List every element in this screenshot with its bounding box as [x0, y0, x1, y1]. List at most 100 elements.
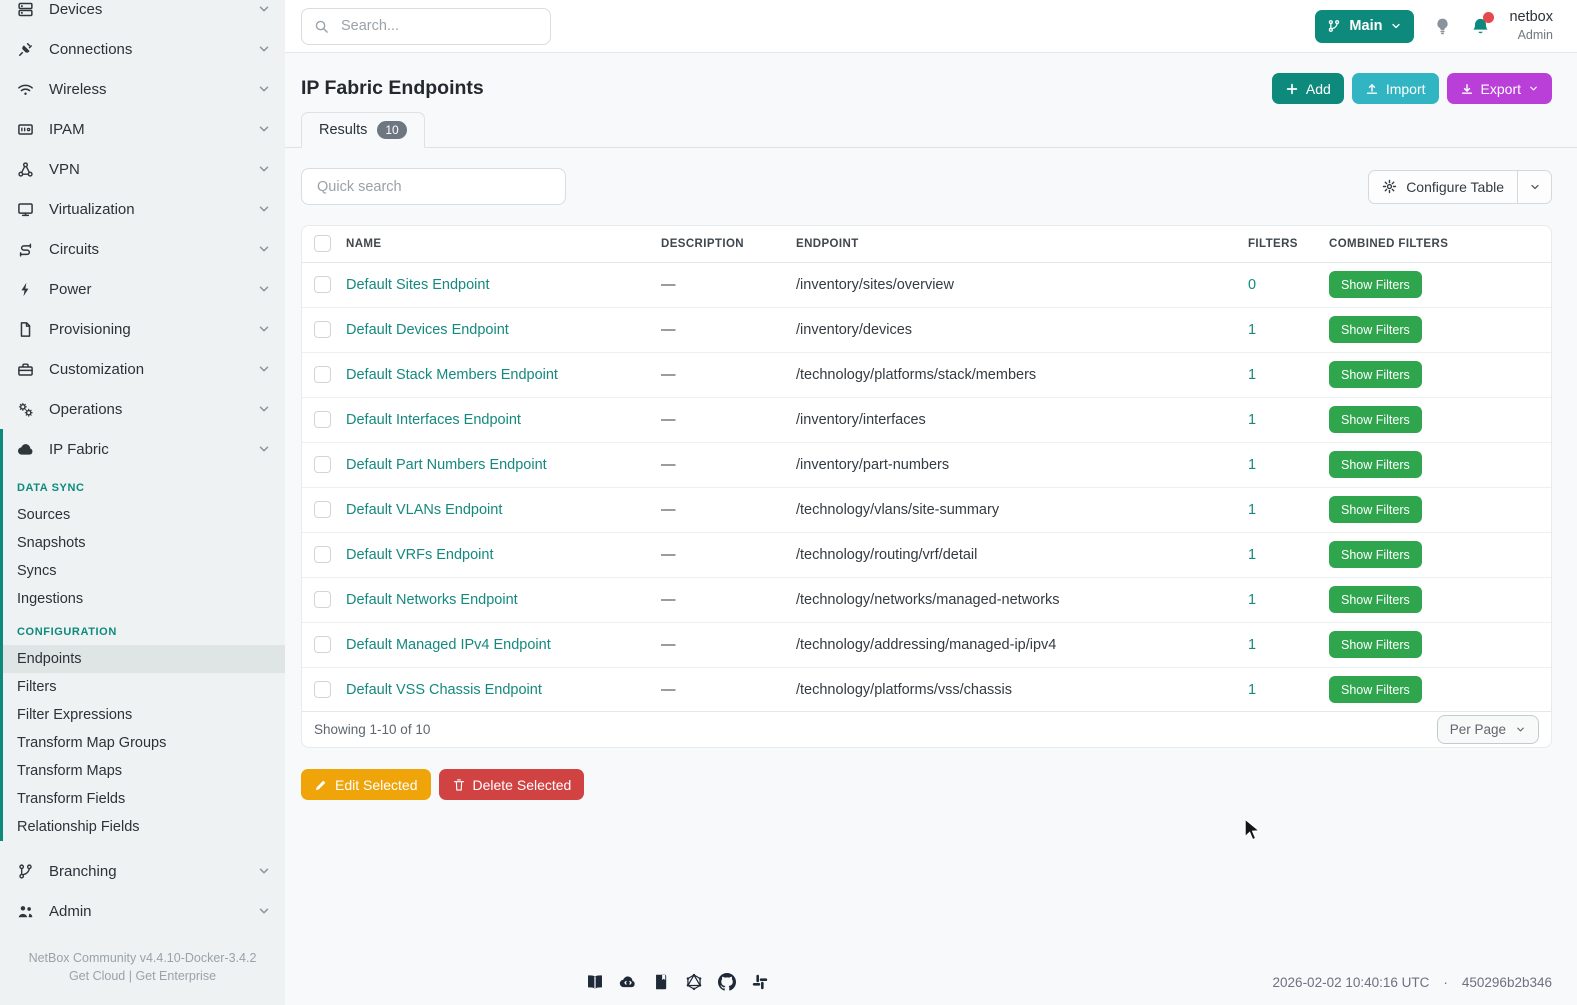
filters-count-link[interactable]: 1 — [1248, 412, 1256, 428]
add-button-label: Add — [1306, 81, 1331, 97]
quick-search-input[interactable] — [315, 178, 552, 196]
endpoint-name-link[interactable]: Default Networks Endpoint — [346, 592, 518, 608]
journal-icon[interactable] — [652, 973, 670, 991]
api-cloud-icon[interactable] — [619, 973, 637, 991]
row-checkbox[interactable] — [314, 636, 331, 653]
sidebar-item-syncs[interactable]: Syncs — [3, 557, 285, 585]
slack-icon[interactable] — [751, 973, 769, 991]
show-filters-button[interactable]: Show Filters — [1329, 631, 1422, 658]
filters-count-link[interactable]: 0 — [1248, 277, 1256, 293]
row-checkbox[interactable] — [314, 591, 331, 608]
endpoint-path: /technology/platforms/vss/chassis — [796, 667, 1248, 712]
endpoint-name-link[interactable]: Default Devices Endpoint — [346, 322, 509, 338]
sidebar-item-power[interactable]: Power — [0, 269, 285, 309]
table-row: Default Part Numbers Endpoint—/inventory… — [302, 442, 1551, 487]
per-page-dropdown[interactable]: Per Page — [1437, 715, 1539, 744]
filters-count-link[interactable]: 1 — [1248, 502, 1256, 518]
sidebar-footer-link-get-cloud[interactable]: Get Cloud — [69, 969, 125, 983]
filters-count-link[interactable]: 1 — [1248, 637, 1256, 653]
filters-count-link[interactable]: 1 — [1248, 682, 1256, 698]
sidebar-item-ipam[interactable]: IPAM — [0, 109, 285, 149]
sidebar-footer-link-get-enterprise[interactable]: Get Enterprise — [135, 969, 216, 983]
sidebar-item-operations[interactable]: Operations — [0, 389, 285, 429]
row-checkbox[interactable] — [314, 411, 331, 428]
show-filters-button[interactable]: Show Filters — [1329, 361, 1422, 388]
import-button[interactable]: Import — [1352, 73, 1439, 104]
graphql-icon[interactable] — [685, 973, 703, 991]
show-filters-button[interactable]: Show Filters — [1329, 676, 1422, 703]
sidebar-item-transform-fields[interactable]: Transform Fields — [3, 785, 285, 813]
sidebar-item-filter-expressions[interactable]: Filter Expressions — [3, 701, 285, 729]
endpoint-name-link[interactable]: Default Stack Members Endpoint — [346, 367, 558, 383]
show-filters-button[interactable]: Show Filters — [1329, 406, 1422, 433]
github-icon[interactable] — [718, 973, 736, 991]
sidebar-item-filters[interactable]: Filters — [3, 673, 285, 701]
tab-results[interactable]: Results 10 — [301, 112, 425, 148]
show-filters-button[interactable]: Show Filters — [1329, 496, 1422, 523]
sidebar-item-endpoints[interactable]: Endpoints — [3, 645, 285, 673]
column-header-endpoint[interactable]: ENDPOINT — [796, 226, 1248, 262]
sidebar-item-customization[interactable]: Customization — [0, 349, 285, 389]
export-button[interactable]: Export — [1447, 73, 1552, 104]
delete-selected-button[interactable]: Delete Selected — [439, 769, 585, 800]
sidebar-item-provisioning[interactable]: Provisioning — [0, 309, 285, 349]
sidebar-item-devices[interactable]: Devices — [0, 0, 285, 29]
row-checkbox[interactable] — [314, 456, 331, 473]
row-checkbox[interactable] — [314, 321, 331, 338]
show-filters-button[interactable]: Show Filters — [1329, 541, 1422, 568]
docs-book-icon[interactable] — [586, 973, 604, 991]
quick-search[interactable] — [301, 168, 566, 205]
filters-count-link[interactable]: 1 — [1248, 322, 1256, 338]
select-all-checkbox[interactable] — [314, 235, 331, 252]
sidebar-item-sources[interactable]: Sources — [3, 501, 285, 529]
sidebar-item-vpn[interactable]: VPN — [0, 149, 285, 189]
configure-table-dropdown[interactable] — [1518, 170, 1552, 204]
configure-table-button[interactable]: Configure Table — [1368, 170, 1518, 204]
column-header-name[interactable]: NAME — [346, 226, 661, 262]
row-checkbox[interactable] — [314, 546, 331, 563]
endpoint-name-link[interactable]: Default VRFs Endpoint — [346, 547, 494, 563]
sidebar-item-admin[interactable]: Admin — [0, 891, 285, 931]
show-filters-button[interactable]: Show Filters — [1329, 316, 1422, 343]
filters-count-link[interactable]: 1 — [1248, 457, 1256, 473]
add-button[interactable]: Add — [1272, 73, 1344, 104]
search-input[interactable] — [339, 17, 538, 35]
row-checkbox[interactable] — [314, 681, 331, 698]
endpoint-name-link[interactable]: Default Sites Endpoint — [346, 277, 489, 293]
sidebar-item-snapshots[interactable]: Snapshots — [3, 529, 285, 557]
filters-count-link[interactable]: 1 — [1248, 547, 1256, 563]
sidebar-item-circuits[interactable]: Circuits — [0, 229, 285, 269]
sidebar-item-transform-maps[interactable]: Transform Maps — [3, 757, 285, 785]
sidebar-item-connections[interactable]: Connections — [0, 29, 285, 69]
notifications-bell-icon[interactable] — [1471, 17, 1490, 36]
endpoint-name-link[interactable]: Default Interfaces Endpoint — [346, 412, 521, 428]
chevron-down-icon — [257, 864, 271, 878]
filters-count-link[interactable]: 1 — [1248, 367, 1256, 383]
user-menu[interactable]: netbox Admin — [1509, 8, 1553, 43]
show-filters-button[interactable]: Show Filters — [1329, 271, 1422, 298]
column-header-combined-filters[interactable]: COMBINED FILTERS — [1329, 226, 1551, 262]
sidebar-item-transform-map-groups[interactable]: Transform Map Groups — [3, 729, 285, 757]
row-checkbox[interactable] — [314, 366, 331, 383]
endpoint-name-link[interactable]: Default VLANs Endpoint — [346, 502, 502, 518]
edit-selected-button[interactable]: Edit Selected — [301, 769, 431, 800]
sidebar-item-virtualization[interactable]: Virtualization — [0, 189, 285, 229]
column-header-description[interactable]: DESCRIPTION — [661, 226, 796, 262]
row-checkbox[interactable] — [314, 276, 331, 293]
sidebar-item-relationship-fields[interactable]: Relationship Fields — [3, 813, 285, 841]
theme-lightbulb-icon[interactable] — [1433, 17, 1452, 36]
endpoint-name-link[interactable]: Default Part Numbers Endpoint — [346, 457, 547, 473]
global-search[interactable] — [301, 8, 551, 45]
sidebar-item-ip-fabric[interactable]: IP Fabric — [3, 429, 285, 469]
filters-count-link[interactable]: 1 — [1248, 592, 1256, 608]
endpoint-name-link[interactable]: Default Managed IPv4 Endpoint — [346, 637, 551, 653]
show-filters-button[interactable]: Show Filters — [1329, 586, 1422, 613]
show-filters-button[interactable]: Show Filters — [1329, 451, 1422, 478]
column-header-filters[interactable]: FILTERS — [1248, 226, 1329, 262]
endpoint-name-link[interactable]: Default VSS Chassis Endpoint — [346, 682, 542, 698]
sidebar-item-ingestions[interactable]: Ingestions — [3, 585, 285, 613]
branch-selector-button[interactable]: Main — [1315, 10, 1414, 43]
sidebar-item-wireless[interactable]: Wireless — [0, 69, 285, 109]
row-checkbox[interactable] — [314, 501, 331, 518]
sidebar-item-branching[interactable]: Branching — [0, 851, 285, 891]
